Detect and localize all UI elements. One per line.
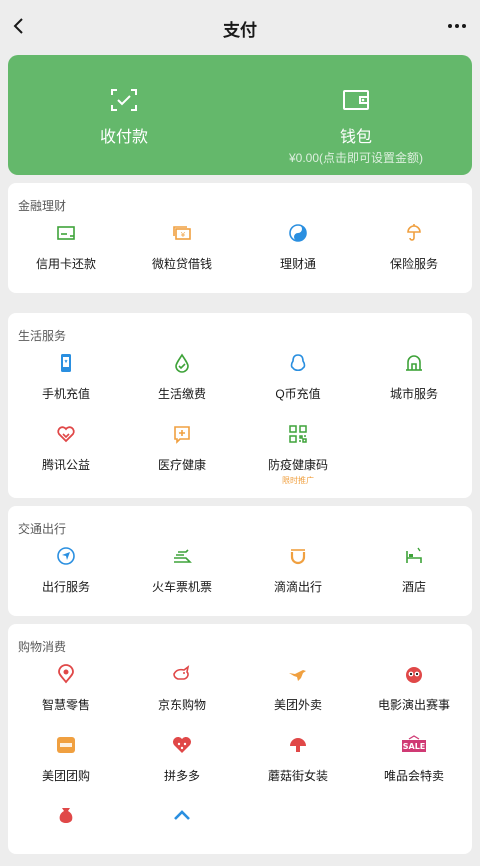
tencent-charity-label: 腾讯公益 (41, 458, 90, 472)
page-title: 支付 (223, 21, 257, 40)
insurance-item[interactable]: 保险服务 (356, 223, 472, 283)
city-services-item[interactable]: 城市服务 (356, 353, 472, 413)
train-flight-tickets-label: 火车票机票 (151, 580, 212, 594)
meituan-waimai-label: 美团外卖 (273, 698, 322, 712)
svg-text:SALE: SALE (403, 742, 426, 751)
pinduoduo-label: 拼多多 (163, 769, 200, 783)
medical-health-item[interactable]: 医疗健康 (124, 424, 240, 484)
finance-section: 金融理财 信用卡还款 ¥ 微粒贷借钱 理财通 保险服务 (8, 183, 472, 293)
mobile-phone-icon (56, 353, 76, 373)
phone-recharge-label: 手机充值 (41, 387, 90, 401)
sale-icon: SALE (400, 735, 428, 755)
vipshop-item[interactable]: SALE 唯品会特卖 (356, 735, 472, 795)
jd-dog-icon (172, 664, 192, 684)
location-pin-icon (56, 664, 76, 684)
shopping-section: 购物消费 智慧零售 京东购物 美团外卖 电影演出赛事 美团团购 拼多多 蘑菇街女… (8, 624, 472, 854)
licaitong-icon (288, 223, 308, 243)
pinduoduo-item[interactable]: 拼多多 (124, 735, 240, 795)
meituan-group-item[interactable]: 美团团购 (8, 735, 124, 795)
payment-hero-card: 收付款 钱包 ¥0.00(点击即可设置金额) (8, 55, 472, 175)
train-plane-icon (172, 546, 192, 566)
meituan-group-label: 美团团购 (41, 769, 90, 783)
finance-section-title: 金融理财 (18, 199, 67, 213)
shopping-section-title: 购物消费 (18, 640, 67, 654)
pinduoduo-icon (172, 735, 192, 755)
insurance-umbrella-icon (404, 223, 424, 243)
weilidai-loan-label: 微粒贷借钱 (151, 257, 212, 271)
hotel-label: 酒店 (401, 580, 426, 594)
utility-payment-item[interactable]: 生活缴费 (124, 353, 240, 413)
licaitong-item[interactable]: 理财通 (240, 223, 356, 283)
city-services-label: 城市服务 (389, 387, 438, 401)
receive-pay-button[interactable]: 收付款 (8, 55, 240, 175)
hotel-item[interactable]: 酒店 (356, 546, 472, 606)
credit-card-icon (56, 223, 76, 243)
shopping-item-10[interactable] (124, 806, 240, 866)
promo-tag: 限时推广 (282, 476, 314, 485)
life-section-title: 生活服务 (18, 329, 67, 343)
phone-recharge-item[interactable]: 手机充值 (8, 353, 124, 413)
health-code-label: 防疫健康码 (267, 458, 328, 472)
travel-section: 交通出行 出行服务 火车票机票 滴滴出行 酒店 (8, 506, 472, 616)
meituan-waimai-item[interactable]: 美团外卖 (240, 664, 356, 724)
hotel-bed-icon (404, 546, 424, 566)
city-building-icon (404, 353, 424, 373)
qcoin-recharge-label: Q币充值 (275, 387, 321, 401)
qq-penguin-icon (288, 353, 308, 373)
chevron-logo-icon (172, 806, 192, 826)
didi-label: 滴滴出行 (273, 580, 322, 594)
mogujie-label: 蘑菇街女装 (267, 769, 328, 783)
wallet-label: 钱包 (339, 129, 372, 146)
travel-services-item[interactable]: 出行服务 (8, 546, 124, 606)
scan-check-icon (110, 88, 138, 112)
shopping-item-9[interactable] (8, 806, 124, 866)
train-flight-tickets-item[interactable]: 火车票机票 (124, 546, 240, 606)
qr-code-icon (288, 424, 308, 444)
mogujie-item[interactable]: 蘑菇街女装 (240, 735, 356, 795)
mushroom-icon (288, 735, 308, 755)
qcoin-recharge-item[interactable]: Q币充值 (240, 353, 356, 413)
wallet-balance: ¥0.00(点击即可设置金额) (288, 151, 424, 165)
svg-text:¥: ¥ (181, 231, 186, 239)
credit-card-repay-item[interactable]: 信用卡还款 (8, 223, 124, 283)
licaitong-label: 理财通 (279, 257, 316, 271)
kangaroo-icon (288, 664, 308, 684)
smart-retail-item[interactable]: 智慧零售 (8, 664, 124, 724)
didi-icon (288, 546, 308, 566)
navigation-compass-icon (56, 546, 76, 566)
travel-section-title: 交通出行 (18, 522, 67, 536)
charity-heart-icon (56, 424, 76, 444)
medical-cross-icon (172, 424, 192, 444)
movie-shows-item[interactable]: 电影演出赛事 (356, 664, 472, 724)
life-services-section: 生活服务 手机充值 生活缴费 Q币充值 城市服务 腾讯公益 医疗健康 防疫健康码… (8, 313, 472, 498)
jd-shopping-item[interactable]: 京东购物 (124, 664, 240, 724)
utility-payment-label: 生活缴费 (157, 387, 206, 401)
tencent-charity-item[interactable]: 腾讯公益 (8, 424, 124, 484)
meituan-icon (56, 735, 76, 755)
wallet-icon (342, 88, 370, 112)
travel-services-label: 出行服务 (41, 580, 90, 594)
health-code-item[interactable]: 防疫健康码 限时推广 (240, 424, 356, 485)
wallet-button[interactable]: 钱包 ¥0.00(点击即可设置金额) (240, 55, 472, 175)
receive-pay-label: 收付款 (99, 129, 148, 146)
didi-item[interactable]: 滴滴出行 (240, 546, 356, 606)
jd-shopping-label: 京东购物 (157, 698, 206, 712)
vipshop-label: 唯品会特卖 (383, 769, 444, 783)
more-options-icon[interactable] (444, 14, 470, 38)
medical-health-label: 医疗健康 (157, 458, 206, 472)
movie-shows-label: 电影演出赛事 (377, 698, 450, 712)
utility-drop-icon (172, 353, 192, 373)
smart-retail-label: 智慧零售 (41, 698, 90, 712)
loan-money-icon: ¥ (172, 223, 192, 243)
weilidai-loan-item[interactable]: ¥ 微粒贷借钱 (124, 223, 240, 283)
cat-eye-icon (404, 664, 424, 684)
credit-card-repay-label: 信用卡还款 (35, 257, 96, 271)
nav-bar: 支付 (0, 0, 480, 52)
insurance-label: 保险服务 (389, 257, 438, 271)
red-pouch-icon (56, 806, 76, 826)
